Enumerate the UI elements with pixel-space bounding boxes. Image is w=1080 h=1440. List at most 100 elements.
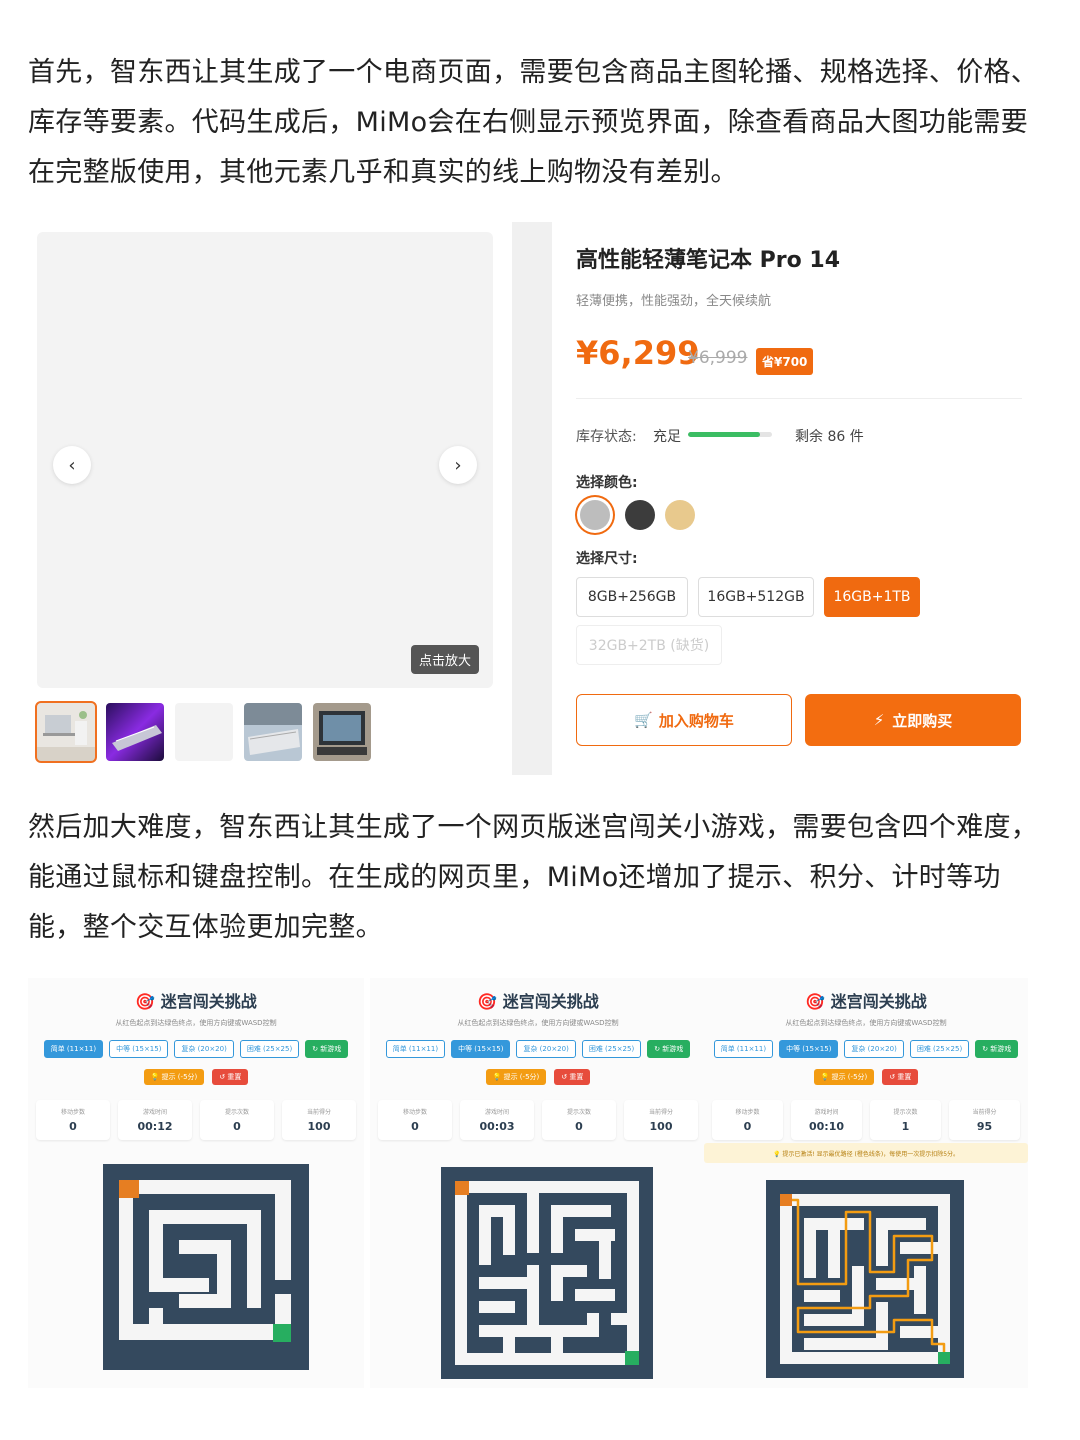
thumbnail-dark-laptop[interactable] — [313, 703, 371, 761]
stat-label: 当前得分 — [648, 1109, 673, 1116]
stat-label: 当前得分 — [972, 1109, 997, 1116]
thumbnail-desk[interactable] — [35, 701, 97, 763]
level-medium-button[interactable]: 中等 (15×15) — [109, 1040, 169, 1058]
size-option-16gb-1tb[interactable]: 16GB+1TB — [824, 577, 920, 617]
maze-board[interactable] — [766, 1180, 964, 1378]
game-title: 🎯 迷宫闯关挑战 — [135, 992, 257, 1011]
size-option-16gb-512gb[interactable]: 16GB+512GB — [698, 577, 814, 617]
product-subtitle: 轻薄便携，性能强劲，全天候续航 — [576, 294, 772, 309]
stat-hints: 提示次数 0 — [200, 1100, 274, 1140]
stat-label: 提示次数 — [566, 1109, 591, 1116]
stats-row: 移动步数 0 游戏时间 00:10 提示次数 1 当前得分 95 — [712, 1100, 1020, 1140]
stat-moves: 移动步数 0 — [378, 1100, 452, 1140]
level-medium-button[interactable]: 中等 (15×15) — [779, 1040, 839, 1058]
stats-row: 移动步数 0 游戏时间 00:12 提示次数 0 当前得分 100 — [36, 1100, 356, 1140]
level-easy-button[interactable]: 简单 (11×11) — [713, 1040, 774, 1058]
stat-hints: 提示次数 1 — [870, 1100, 941, 1140]
stat-value: 0 — [233, 1120, 241, 1133]
stat-label: 移动步数 — [402, 1109, 427, 1116]
chevron-left-icon[interactable]: ‹ — [53, 446, 91, 484]
discount-badge: 省¥700 — [756, 348, 814, 375]
reset-button[interactable]: ↺ 重置 — [212, 1069, 249, 1085]
stat-moves: 移动步数 0 — [36, 1100, 110, 1140]
maze-board[interactable] — [103, 1164, 309, 1370]
level-easy-button[interactable]: 简单 (11×11) — [385, 1040, 446, 1058]
new-game-button[interactable]: ↻ 新游戏 — [975, 1040, 1019, 1058]
stock-label: 库存状态: — [576, 429, 637, 445]
stat-label: 当前得分 — [306, 1109, 331, 1116]
hint-button[interactable]: 💡 提示 (-5分) — [813, 1069, 875, 1085]
maze-board[interactable] — [441, 1167, 653, 1379]
stat-value: 100 — [649, 1120, 673, 1133]
lightning-icon: ⚡ — [873, 711, 885, 729]
thumbnail-silver-laptop[interactable] — [244, 703, 302, 761]
level-hard-button[interactable]: 困难 (25×25) — [581, 1040, 642, 1058]
article-paragraph-1: 首先，智东西让其生成了一个电商页面，需要包含商品主图轮播、规格选择、价格、库存等… — [28, 57, 1039, 188]
game-title: 🎯 迷宫闯关挑战 — [477, 992, 599, 1011]
size-option-8gb-256gb[interactable]: 8GB+256GB — [576, 577, 688, 617]
size-option-32gb-2tb[interactable]: 32GB+2TB (缺货) — [576, 625, 722, 665]
level-complex-button[interactable]: 复杂 (20×20) — [844, 1040, 904, 1058]
stock-remaining: 剩余 86 件 — [795, 429, 864, 445]
stat-label: 游戏时间 — [484, 1109, 509, 1116]
product-main-image[interactable]: ‹ › 点击放大 — [37, 232, 493, 688]
chevron-right-icon[interactable]: › — [439, 446, 477, 484]
level-complex-button[interactable]: 复杂 (20×20) — [516, 1040, 576, 1058]
maze-game-medium: 🎯 迷宫闯关挑战 从红色起点到达绿色终点，使用方向键或WASD控制 简单 (11… — [370, 978, 706, 1388]
action-buttons: 💡 提示 (-5分) ↺ 重置 — [28, 1069, 364, 1085]
product-title: 高性能轻薄笔记本 Pro 14 — [576, 248, 841, 273]
zoom-button[interactable]: 点击放大 — [410, 645, 479, 674]
thumbnail-blank[interactable] — [175, 703, 233, 761]
stats-row: 移动步数 0 游戏时间 00:03 提示次数 0 当前得分 100 — [378, 1100, 698, 1140]
color-swatch-black[interactable] — [625, 500, 655, 530]
product-page-screenshot: ‹ › 点击放大 高性能轻薄笔记本 Pro 14 轻薄便携，性能强劲，全天候续航 — [28, 222, 1052, 775]
stat-value: 100 — [307, 1120, 331, 1133]
stat-score: 当前得分 100 — [624, 1100, 698, 1140]
reset-button[interactable]: ↺ 重置 — [554, 1069, 591, 1085]
stat-value: 00:03 — [479, 1120, 515, 1133]
color-swatch-gold[interactable] — [665, 500, 695, 530]
current-price: ¥6,299 — [576, 334, 700, 372]
cart-icon: 🛒 — [634, 711, 653, 729]
stat-value: 0 — [69, 1120, 77, 1133]
hint-button[interactable]: 💡 提示 (-5分) — [485, 1069, 547, 1085]
game-subtitle: 从红色起点到达绿色终点，使用方向键或WASD控制 — [457, 1019, 619, 1027]
stock-progress-fill — [688, 432, 761, 437]
add-to-cart-label: 加入购物车 — [658, 711, 734, 730]
divider-line — [576, 398, 1022, 399]
level-complex-button[interactable]: 复杂 (20×20) — [174, 1040, 234, 1058]
stat-label: 提示次数 — [224, 1109, 249, 1116]
hint-banner: 💡 提示已激活! 显示最优路径 (橙色线条)，每使用一次提示扣除5分。 — [704, 1143, 1028, 1163]
level-hard-button[interactable]: 困难 (25×25) — [909, 1040, 970, 1058]
add-to-cart-button[interactable]: 🛒 加入购物车 — [576, 694, 792, 746]
buy-now-button[interactable]: ⚡ 立即购买 — [805, 694, 1021, 746]
stock-status: 充足 — [653, 429, 681, 445]
stat-time: 游戏时间 00:12 — [118, 1100, 192, 1140]
level-buttons: 简单 (11×11) 中等 (15×15) 复杂 (20×20) 困难 (25×… — [28, 1040, 364, 1058]
color-swatches — [576, 500, 695, 530]
color-swatch-silver[interactable] — [580, 500, 610, 530]
article-paragraph-2: 然后加大难度，智东西让其生成了一个网页版迷宫闯关小游戏，需要包含四个难度，能通过… — [28, 812, 1039, 943]
new-game-button[interactable]: ↻ 新游戏 — [647, 1040, 691, 1058]
game-subtitle: 从红色起点到达绿色终点，使用方向键或WASD控制 — [115, 1019, 277, 1027]
product-gallery: ‹ › 点击放大 — [28, 222, 512, 775]
level-easy-button[interactable]: 简单 (11×11) — [43, 1040, 104, 1058]
maze-game-screenshots: 🎯 迷宫闯关挑战 从红色起点到达绿色终点，使用方向键或WASD控制 简单 (11… — [28, 978, 1028, 1388]
stat-moves: 移动步数 0 — [712, 1100, 783, 1140]
stat-label: 提示次数 — [893, 1109, 918, 1116]
maze-game-hint: 🎯 迷宫闯关挑战 从红色起点到达绿色终点，使用方向键或WASD控制 简单 (11… — [704, 978, 1028, 1388]
thumbnail-purple-laptop[interactable] — [106, 703, 164, 761]
stat-time: 游戏时间 00:10 — [791, 1100, 862, 1140]
game-subtitle: 从红色起点到达绿色终点，使用方向键或WASD控制 — [785, 1019, 947, 1027]
level-hard-button[interactable]: 困难 (25×25) — [239, 1040, 300, 1058]
reset-button[interactable]: ↺ 重置 — [882, 1069, 919, 1085]
buy-now-label: 立即购买 — [892, 711, 953, 730]
stat-value: 1 — [901, 1120, 910, 1133]
new-game-button[interactable]: ↻ 新游戏 — [305, 1040, 349, 1058]
stat-value: 00:12 — [137, 1120, 173, 1133]
stat-value: 0 — [575, 1120, 583, 1133]
hint-button[interactable]: 💡 提示 (-5分) — [143, 1069, 205, 1085]
level-medium-button[interactable]: 中等 (15×15) — [451, 1040, 511, 1058]
stat-score: 当前得分 95 — [949, 1100, 1020, 1140]
stat-label: 移动步数 — [60, 1109, 85, 1116]
